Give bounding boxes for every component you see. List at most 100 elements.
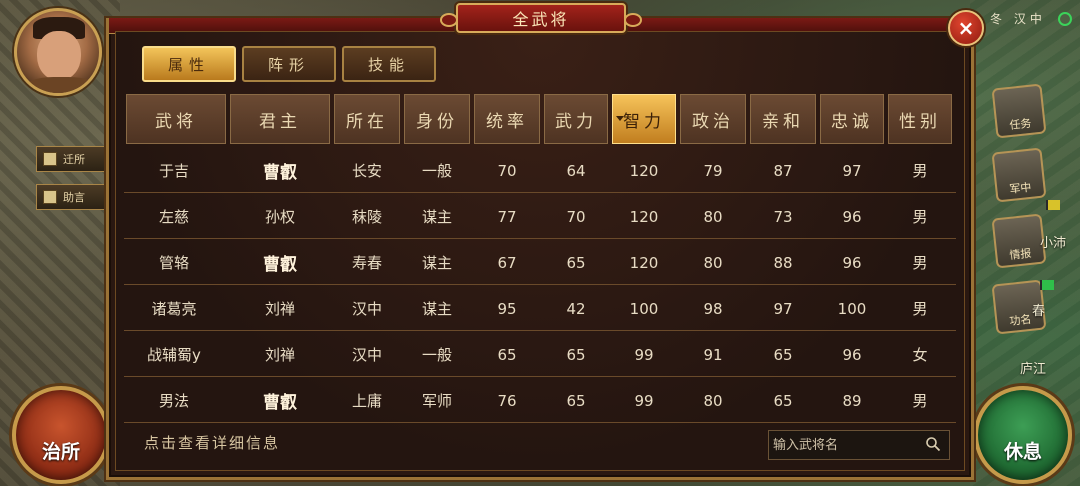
cell-leadership: 67 — [497, 253, 517, 272]
flag-icon — [1040, 280, 1054, 290]
column-header-leadership[interactable]: 统率 — [474, 94, 540, 144]
cell-leadership: 70 — [497, 161, 517, 180]
cell-politics: 80 — [703, 207, 723, 226]
cell-identity: 谋主 — [421, 254, 452, 272]
column-header-lord[interactable]: 君主 — [230, 94, 330, 144]
column-header-strength[interactable]: 武力 — [544, 94, 608, 144]
cell-loyalty: 100 — [837, 299, 867, 318]
table-row[interactable]: 战辅蜀y 刘禅 汉中 一般 65 65 99 91 65 96 女 — [124, 332, 956, 377]
tab-skills[interactable]: 技能 — [342, 46, 436, 82]
cell-gender: 女 — [912, 346, 928, 364]
cell-intelligence: 100 — [629, 299, 659, 318]
advice-button[interactable]: 助言 — [36, 184, 108, 210]
cell-gender: 男 — [912, 254, 928, 272]
intel-icon[interactable]: 情报 — [991, 213, 1047, 269]
tab-attributes[interactable]: 属性 — [142, 46, 236, 82]
search-icon[interactable] — [925, 436, 941, 452]
cell-intelligence: 99 — [634, 391, 654, 410]
player-avatar[interactable] — [14, 8, 102, 96]
column-header-intelligence[interactable]: 智力 — [612, 94, 676, 144]
cell-strength: 70 — [566, 207, 586, 226]
cell-affinity: 73 — [773, 207, 793, 226]
cell-leadership: 95 — [497, 299, 517, 318]
cell-politics: 80 — [703, 253, 723, 272]
table-row[interactable]: 诸葛亮 刘禅 汉中 谋主 95 42 100 98 97 100 男 — [124, 286, 956, 331]
signal-icon — [1058, 12, 1072, 26]
map-label-chun: 春 — [1032, 304, 1046, 319]
cell-general: 战辅蜀y — [147, 346, 201, 364]
cell-location: 寿春 — [351, 254, 382, 272]
cell-intelligence: 120 — [629, 161, 659, 180]
cell-affinity: 65 — [773, 345, 793, 364]
cell-identity: 谋主 — [421, 208, 452, 226]
column-header-politics[interactable]: 政治 — [680, 94, 746, 144]
column-header-loyalty[interactable]: 忠诚 — [820, 94, 884, 144]
cell-location: 汉中 — [351, 300, 382, 318]
cell-politics: 98 — [703, 299, 723, 318]
army-icon[interactable]: 军中 — [991, 147, 1047, 203]
cell-general: 诸葛亮 — [151, 300, 197, 318]
cell-identity: 一般 — [421, 162, 452, 180]
cell-loyalty: 97 — [842, 161, 862, 180]
tab-formation[interactable]: 阵形 — [242, 46, 336, 82]
cell-gender: 男 — [912, 300, 928, 318]
cell-strength: 65 — [566, 391, 586, 410]
cell-lord: 曹叡 — [263, 393, 297, 413]
cell-identity: 一般 — [421, 346, 452, 364]
cell-general: 左慈 — [158, 208, 189, 226]
cell-lord: 曹叡 — [263, 255, 297, 275]
cell-politics: 91 — [703, 345, 723, 364]
rest-button[interactable]: 休息 — [974, 386, 1072, 484]
scroll-icon — [43, 152, 57, 166]
cell-affinity: 97 — [773, 299, 793, 318]
task-icon[interactable]: 任务 — [991, 83, 1047, 139]
cell-general: 管辂 — [158, 254, 189, 272]
cell-politics: 80 — [703, 391, 723, 410]
flag-icon — [1046, 200, 1060, 210]
cell-leadership: 77 — [497, 207, 517, 226]
column-header-location[interactable]: 所在 — [334, 94, 400, 144]
cell-strength: 64 — [566, 161, 586, 180]
cell-politics: 79 — [703, 161, 723, 180]
column-header-general[interactable]: 武将 — [126, 94, 226, 144]
table-row[interactable]: 管辂 曹叡 寿春 谋主 67 65 120 80 88 96 男 — [124, 240, 956, 285]
cell-loyalty: 89 — [842, 391, 862, 410]
cell-affinity: 65 — [773, 391, 793, 410]
cell-gender: 男 — [912, 162, 928, 180]
column-header-affinity[interactable]: 亲和 — [750, 94, 816, 144]
cell-general: 于吉 — [158, 162, 189, 180]
panel-title: 全武将 — [440, 3, 642, 33]
cell-general: 男法 — [158, 392, 189, 410]
column-header-identity[interactable]: 身份 — [404, 94, 470, 144]
table-row[interactable]: 于吉 曹叡 长安 一般 70 64 120 79 87 97 男 — [124, 148, 956, 193]
cell-leadership: 65 — [497, 345, 517, 364]
column-header-gender[interactable]: 性别 — [888, 94, 952, 144]
cell-strength: 42 — [566, 299, 586, 318]
cell-strength: 65 — [566, 345, 586, 364]
cell-location: 长安 — [351, 162, 382, 180]
book-icon — [43, 190, 57, 204]
close-button[interactable]: × — [948, 10, 984, 46]
cell-lord: 刘禅 — [264, 300, 295, 318]
cell-gender: 男 — [912, 392, 928, 410]
cell-lord: 孙权 — [264, 208, 295, 226]
map-label-xiaopei: 小沛 — [1040, 236, 1067, 251]
cell-identity: 军师 — [421, 392, 452, 410]
cell-strength: 65 — [566, 253, 586, 272]
cell-location: 秣陵 — [351, 208, 382, 226]
cell-lord: 刘禅 — [264, 346, 295, 364]
office-button[interactable]: 治所 — [12, 386, 110, 484]
table-row[interactable]: 男法 曹叡 上庸 军师 76 65 99 80 65 89 男 — [124, 378, 956, 423]
cell-identity: 谋主 — [421, 300, 452, 318]
relocate-button[interactable]: 迁所 — [36, 146, 108, 172]
table-row[interactable]: 左慈 孙权 秣陵 谋主 77 70 120 80 73 96 男 — [124, 194, 956, 239]
cell-gender: 男 — [912, 208, 928, 226]
cell-intelligence: 120 — [629, 207, 659, 226]
search-input[interactable] — [773, 434, 923, 456]
map-label-lujiang: 庐江 — [1020, 362, 1047, 377]
cell-affinity: 87 — [773, 161, 793, 180]
season-location-text: 冬 汉中 — [990, 12, 1046, 26]
cell-leadership: 76 — [497, 391, 517, 410]
cell-loyalty: 96 — [842, 345, 862, 364]
cell-intelligence: 120 — [629, 253, 659, 272]
